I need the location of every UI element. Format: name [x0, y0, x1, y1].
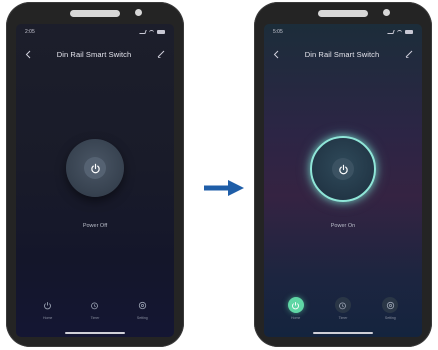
tab-timer[interactable]: Timer	[326, 297, 360, 320]
status-bar: 2:05	[25, 28, 165, 36]
phone-camera	[135, 9, 142, 16]
nav-bar: Din Rail Smart Switch	[273, 48, 413, 60]
power-toggle-button[interactable]	[310, 136, 376, 202]
bottom-tab-bar: Home Timer Setting	[272, 297, 414, 325]
status-icons	[387, 30, 413, 34]
battery-icon	[157, 30, 165, 34]
phone-speaker	[318, 10, 368, 17]
wifi-icon	[397, 30, 402, 34]
app-screen-off: 2:05 Din Rail Smart Switch Power Off Hom…	[16, 24, 174, 337]
phone-speaker	[70, 10, 120, 17]
home-indicator[interactable]	[65, 332, 125, 334]
power-icon	[332, 158, 354, 180]
battery-icon	[405, 30, 413, 34]
timer-icon	[87, 297, 103, 313]
back-icon[interactable]	[25, 50, 31, 59]
status-icons	[139, 30, 165, 34]
tab-label: Home	[290, 316, 301, 320]
page-title: Din Rail Smart Switch	[304, 49, 380, 59]
tab-label: Setting	[384, 316, 396, 320]
status-time: 2:05	[25, 29, 35, 35]
tab-home[interactable]: Home	[31, 297, 65, 320]
tab-label: Setting	[136, 316, 148, 320]
phone-off-state: 2:05 Din Rail Smart Switch Power Off Hom…	[6, 2, 184, 347]
settings-icon	[382, 297, 399, 313]
settings-icon	[134, 297, 150, 313]
app-screen-on: 5:05 Din Rail Smart Switch Power On Home…	[264, 24, 422, 337]
transition-arrow-icon	[204, 180, 244, 196]
phone-camera	[383, 9, 390, 16]
power-status-label: Power Off	[82, 223, 108, 229]
power-toggle-button[interactable]	[66, 139, 124, 197]
power-icon	[40, 297, 56, 313]
back-icon[interactable]	[273, 50, 279, 59]
status-time: 5:05	[273, 29, 283, 35]
status-bar: 5:05	[273, 28, 413, 36]
tab-timer[interactable]: Timer	[78, 297, 112, 320]
edit-icon[interactable]	[405, 50, 413, 58]
tab-label: Timer	[90, 316, 100, 320]
phone-on-state: 5:05 Din Rail Smart Switch Power On Home…	[254, 2, 432, 347]
timer-icon	[334, 297, 351, 313]
signal-icon	[139, 30, 147, 34]
tab-label: Timer	[338, 316, 348, 320]
tab-home[interactable]: Home	[279, 297, 313, 320]
home-indicator[interactable]	[313, 332, 373, 334]
signal-icon	[387, 30, 395, 34]
wifi-icon	[149, 30, 154, 34]
edit-icon[interactable]	[157, 50, 165, 58]
tab-setting[interactable]: Setting	[125, 297, 159, 320]
bottom-tab-bar: Home Timer Setting	[24, 297, 166, 325]
power-icon	[287, 297, 304, 313]
tab-label: Home	[42, 316, 53, 320]
page-title: Din Rail Smart Switch	[56, 49, 132, 59]
nav-bar: Din Rail Smart Switch	[25, 48, 165, 60]
power-status-label: Power On	[330, 223, 356, 229]
tab-setting[interactable]: Setting	[373, 297, 407, 320]
power-icon	[84, 157, 106, 179]
